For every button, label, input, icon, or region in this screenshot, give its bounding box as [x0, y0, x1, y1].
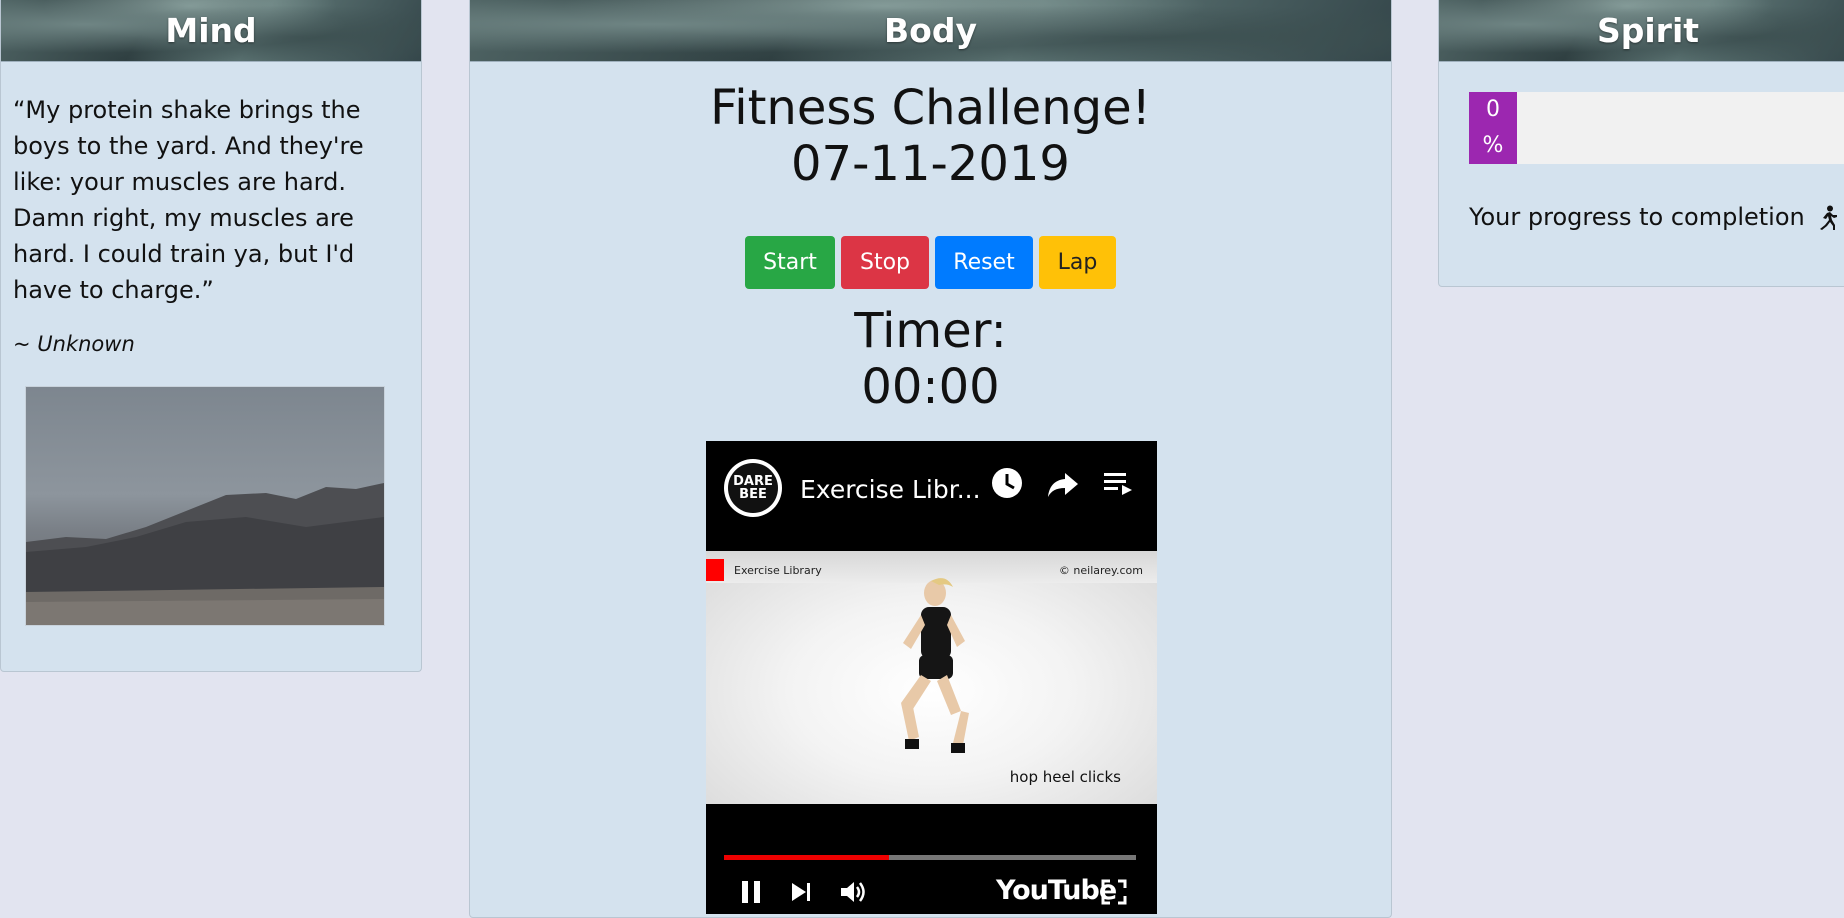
body-card: Body Fitness Challenge! 07-11-2019 Start…	[469, 0, 1392, 918]
frame-label-left: Exercise Library	[734, 564, 822, 577]
fullscreen-icon[interactable]	[1099, 877, 1129, 907]
exerciser-figure	[901, 578, 969, 753]
video-frame[interactable]: Exercise Library © neilarey.com hop heel…	[706, 551, 1157, 804]
challenge-title: Fitness Challenge!	[710, 80, 1151, 136]
completion-progress-fill: 0 %	[1469, 92, 1517, 164]
frame-red-marker	[706, 559, 724, 581]
youtube-video-player[interactable]: DARE BEE Exercise Libr... Exercise Libra…	[706, 441, 1157, 914]
channel-logo[interactable]: DARE BEE	[724, 459, 782, 517]
quote-text: “My protein shake brings the boys to the…	[13, 96, 364, 304]
body-header: Body	[470, 0, 1391, 62]
video-controls: YouTube	[706, 875, 1157, 911]
video-progress-bar[interactable]	[724, 855, 1136, 860]
playlist-icon[interactable]	[1100, 465, 1136, 501]
next-icon[interactable]	[786, 877, 816, 907]
progress-caption: Your progress to completion	[1469, 203, 1838, 231]
progress-text: Your progress to completion	[1469, 203, 1805, 231]
frame-label-right: © neilarey.com	[1058, 564, 1143, 577]
spirit-card: Spirit 0 % Your progress to completion	[1438, 0, 1844, 287]
volume-icon[interactable]	[838, 877, 868, 907]
quote-attribution: ~ Unknown	[13, 332, 135, 356]
video-progress-fill	[724, 855, 889, 860]
pause-icon[interactable]	[736, 877, 766, 907]
challenge-date: 07-11-2019	[791, 136, 1070, 192]
timer-value: 00:00	[861, 359, 1000, 415]
timer-controls: Start Stop Reset Lap	[470, 236, 1391, 289]
stop-button[interactable]: Stop	[841, 236, 929, 289]
mountain-image	[25, 386, 385, 626]
progress-value: 0	[1486, 97, 1500, 122]
frame-caption: hop heel clicks	[1009, 768, 1121, 786]
reset-button[interactable]: Reset	[935, 236, 1033, 289]
video-title[interactable]: Exercise Libr...	[800, 475, 981, 504]
lap-button[interactable]: Lap	[1039, 236, 1116, 289]
timer-label: Timer:	[854, 303, 1007, 359]
channel-logo-text: DARE BEE	[728, 463, 778, 513]
completion-progress-bar: 0 %	[1469, 92, 1844, 164]
clock-icon[interactable]	[989, 465, 1025, 501]
mind-header: Mind	[1, 0, 421, 62]
share-icon[interactable]	[1045, 465, 1081, 501]
spirit-header: Spirit	[1439, 0, 1844, 62]
mind-card: Mind “My protein shake brings the boys t…	[0, 0, 422, 672]
running-icon	[1820, 205, 1838, 230]
progress-unit: %	[1482, 133, 1504, 158]
start-button[interactable]: Start	[745, 236, 835, 289]
